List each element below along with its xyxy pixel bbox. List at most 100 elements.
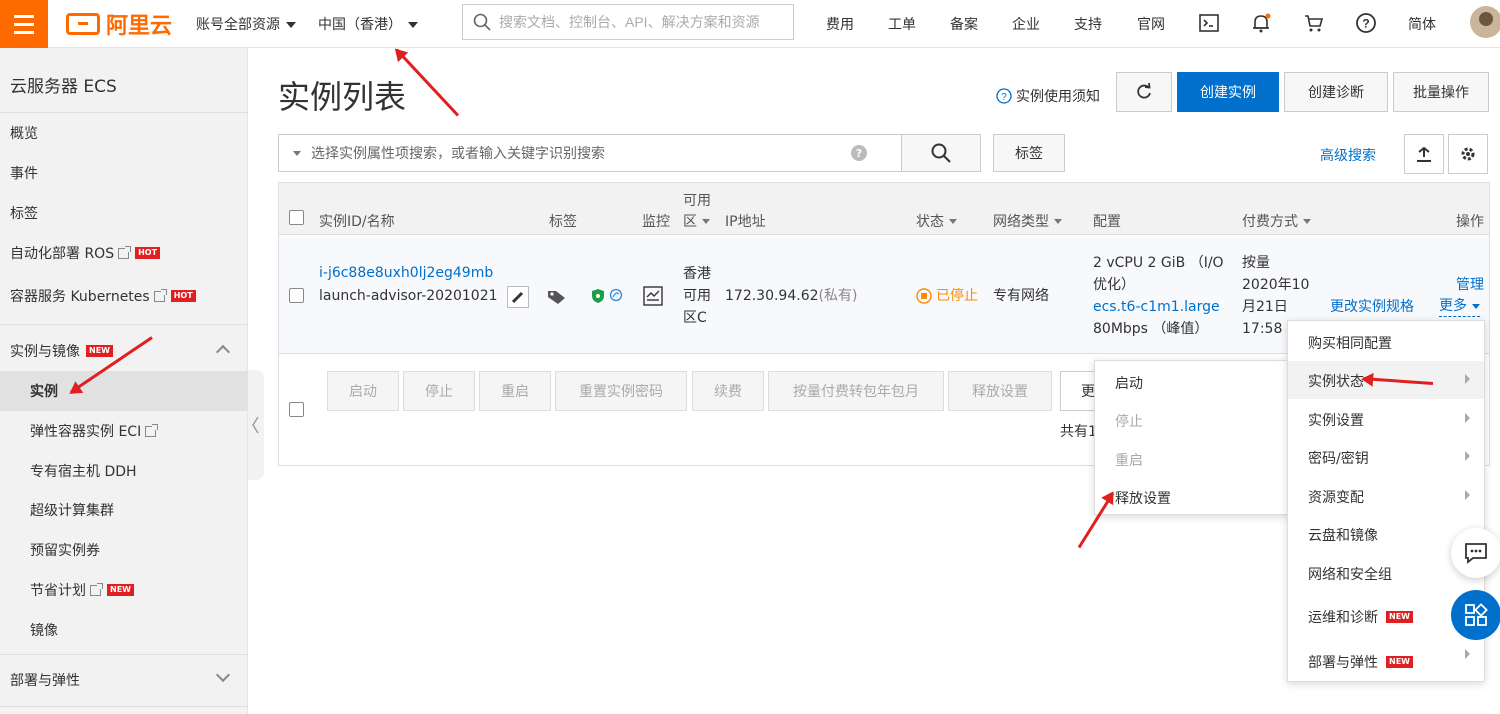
chat-button[interactable] [1451, 528, 1500, 578]
account-scope-dropdown[interactable]: 账号全部资源 [196, 14, 296, 34]
sidebar-item-scc[interactable]: 超级计算集群 [30, 500, 114, 520]
sidebar-item-ddh[interactable]: 专有宿主机 DDH [30, 461, 137, 481]
new-badge: NEW [1386, 656, 1413, 668]
sidebar-item-kubernetes[interactable]: 容器服务 Kubernetes HOT [10, 286, 196, 306]
chevron-down-icon[interactable] [215, 667, 231, 683]
header-billing[interactable]: 付费方式 [1242, 211, 1311, 231]
settings-button[interactable] [1448, 134, 1488, 174]
sidebar-item-reserved[interactable]: 预留实例券 [30, 540, 100, 560]
batch-operation-button[interactable]: 批量操作 [1393, 72, 1489, 112]
nav-link-icp[interactable]: 备案 [950, 14, 978, 34]
menu-item-disk-image[interactable]: 云盘和镜像 [1308, 525, 1378, 545]
svg-text:?: ? [1362, 17, 1369, 31]
nav-link-official[interactable]: 官网 [1137, 14, 1165, 34]
batch-select-checkbox[interactable] [289, 402, 304, 417]
menu-item-ops-diagnosis[interactable]: 运维和诊断 NEW [1308, 607, 1413, 627]
sidebar-group-label: 实例与镜像 [10, 344, 80, 360]
sidebar-group-deploy-elastic[interactable]: 部署与弹性 [10, 670, 80, 690]
instance-notice-link[interactable]: ? 实例使用须知 [996, 86, 1100, 106]
zone-line2: 可用 [683, 288, 711, 304]
advanced-search-link[interactable]: 高级搜索 [1320, 145, 1376, 165]
row-checkbox[interactable] [289, 288, 304, 303]
sidebar-item-label: 容器服务 Kubernetes [10, 289, 150, 305]
sidebar-collapse-handle[interactable] [248, 370, 264, 480]
create-instance-button[interactable]: 创建实例 [1177, 72, 1279, 112]
batch-stop-button[interactable]: 停止 [403, 371, 475, 411]
region-dropdown[interactable]: 中国（香港） [318, 14, 418, 34]
global-search-input[interactable] [499, 14, 779, 30]
menu-item-stop[interactable]: 停止 [1115, 411, 1143, 431]
sidebar-item-events[interactable]: 事件 [10, 163, 38, 183]
instance-filter-input[interactable] [311, 145, 851, 161]
total-count: 共有1 [1060, 424, 1097, 440]
chevron-up-icon[interactable] [215, 344, 231, 360]
batch-start-button[interactable]: 启动 [327, 371, 399, 411]
nav-link-billing[interactable]: 费用 [826, 14, 854, 34]
instance-type-link[interactable]: ecs.t6-c1m1.large [1093, 296, 1220, 318]
menu-icon[interactable] [0, 0, 48, 48]
export-button[interactable] [1404, 134, 1444, 174]
menu-item-start[interactable]: 启动 [1115, 373, 1143, 393]
menu-item-release-settings[interactable]: 释放设置 [1115, 488, 1171, 508]
menu-item-restart[interactable]: 重启 [1115, 450, 1143, 470]
batch-renew-button[interactable]: 续费 [692, 371, 764, 411]
monitor-chart-icon[interactable] [643, 286, 663, 306]
menu-item-instance-settings[interactable]: 实例设置 [1308, 410, 1364, 430]
menu-item-deploy-elastic[interactable]: 部署与弹性 NEW [1308, 652, 1413, 672]
cart-icon[interactable] [1303, 12, 1325, 34]
hot-badge: HOT [170, 290, 196, 302]
sidebar-divider [0, 112, 248, 113]
create-diagnosis-button[interactable]: 创建诊断 [1284, 72, 1388, 112]
menu-item-label: 部署与弹性 [1308, 655, 1378, 671]
network-status-icon[interactable] [609, 288, 623, 302]
edit-name-button[interactable] [507, 286, 529, 308]
more-actions-link[interactable]: 更多 [1439, 296, 1480, 317]
menu-item-network-security[interactable]: 网络和安全组 [1308, 564, 1392, 584]
sidebar-item-label: 实例 [30, 384, 58, 400]
refresh-button[interactable] [1116, 72, 1172, 112]
sidebar-item-savings-plan[interactable]: 节省计划 NEW [30, 580, 134, 600]
cloud-shell-icon[interactable] [1198, 12, 1220, 34]
help-icon[interactable]: ? [1355, 12, 1377, 34]
change-spec-link[interactable]: 更改实例规格 [1330, 296, 1414, 318]
menu-item-password-key[interactable]: 密码/密钥 [1308, 448, 1369, 468]
apps-button[interactable] [1451, 590, 1500, 640]
security-shield-icon[interactable] [591, 288, 605, 304]
batch-convert-billing-button[interactable]: 按量付费转包年包月 [768, 371, 944, 411]
sidebar-item-tags[interactable]: 标签 [10, 203, 38, 223]
menu-item-instance-status[interactable]: 实例状态 [1308, 371, 1364, 391]
bell-icon[interactable] [1250, 12, 1272, 34]
sidebar-item-label: 概览 [10, 126, 38, 142]
menu-item-buy-same[interactable]: 购买相同配置 [1308, 333, 1392, 353]
manage-link[interactable]: 管理 [1456, 274, 1484, 296]
sidebar-item-images[interactable]: 镜像 [30, 620, 58, 640]
nav-link-enterprise[interactable]: 企业 [1012, 14, 1040, 34]
language-switch[interactable]: 简体 [1408, 14, 1436, 34]
tag-icon[interactable] [547, 289, 567, 305]
nav-link-tickets[interactable]: 工单 [888, 14, 916, 34]
instance-id-link[interactable]: i-j6c88e8uxh0lj2eg49mb [319, 262, 493, 284]
nav-link-support[interactable]: 支持 [1074, 14, 1102, 34]
filter-search-button[interactable] [901, 134, 981, 172]
tag-filter-button[interactable]: 标签 [993, 134, 1065, 172]
header-zone[interactable]: 区 [683, 211, 710, 231]
aliyun-logo[interactable]: 阿里云 [66, 10, 172, 39]
select-all-checkbox[interactable] [289, 210, 304, 225]
batch-reset-password-button[interactable]: 重置实例密码 [555, 371, 687, 411]
batch-restart-button[interactable]: 重启 [479, 371, 551, 411]
batch-release-settings-button[interactable]: 释放设置 [948, 371, 1052, 411]
filter-help-icon[interactable]: ? [851, 145, 867, 161]
header-status[interactable]: 状态 [916, 211, 957, 231]
menu-item-resource-change[interactable]: 资源变配 [1308, 487, 1364, 507]
global-search-box[interactable] [462, 4, 794, 40]
header-monitor: 监控 [642, 214, 670, 230]
header-network[interactable]: 网络类型 [993, 211, 1062, 231]
instance-filter-box[interactable]: ? [278, 134, 902, 172]
sidebar-item-overview[interactable]: 概览 [10, 123, 38, 143]
user-avatar[interactable] [1470, 6, 1500, 38]
apps-grid-icon [1465, 603, 1488, 626]
sidebar-group-instances-images[interactable]: 实例与镜像 NEW [10, 341, 113, 361]
sidebar-item-ros[interactable]: 自动化部署 ROS HOT [10, 243, 161, 263]
sidebar-item-instances[interactable]: 实例 [30, 381, 58, 401]
sidebar-item-eci[interactable]: 弹性容器实例 ECI [30, 421, 159, 441]
